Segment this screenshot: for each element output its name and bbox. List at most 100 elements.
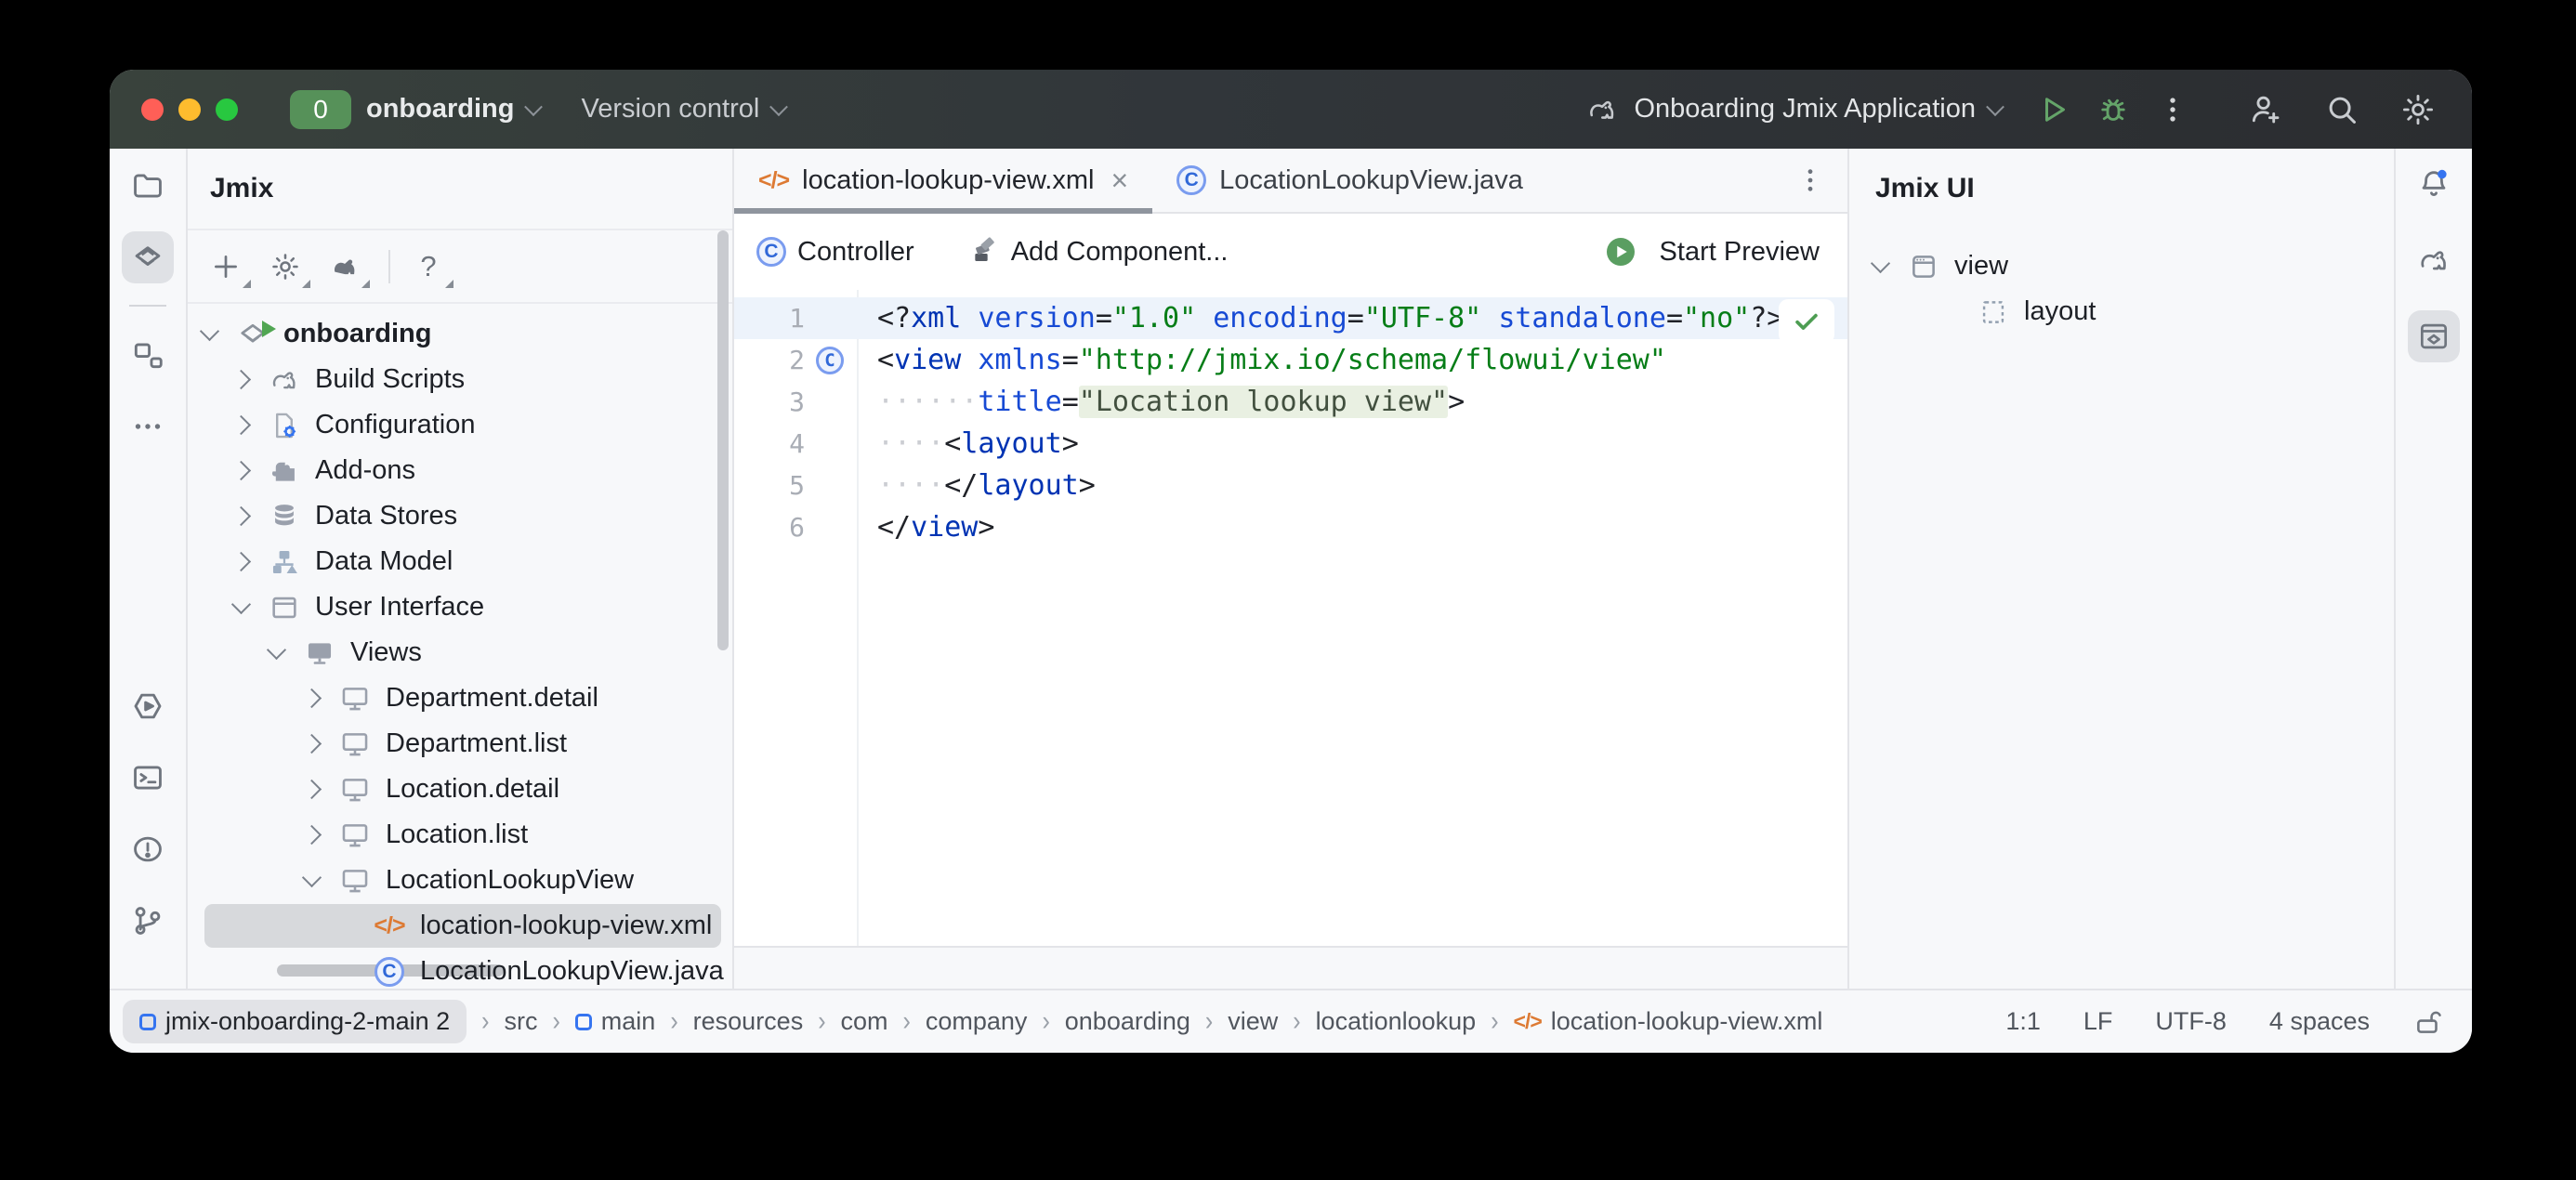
notifications-icon[interactable] [2408,158,2460,210]
chevron-right-icon[interactable] [231,506,251,526]
caret-position-widget[interactable]: 1:1 [2005,1007,2041,1036]
structure-icon[interactable] [122,329,174,381]
line-number: 3 [768,387,805,417]
minimize-window-button[interactable] [178,98,201,121]
breadcrumb[interactable]: onboarding [1065,1007,1190,1036]
debug-icon[interactable] [2093,89,2134,130]
tree-item-data-stores[interactable]: Data Stores [188,493,732,539]
chevron-right-icon[interactable] [231,370,251,389]
add-component-button[interactable]: Add Component... [1011,237,1229,268]
left-tool-strip [110,149,188,989]
xml-file-icon: </> [758,167,789,194]
close-window-button[interactable] [141,98,164,121]
gradle-icon[interactable] [2408,234,2460,286]
code-line: 3 ······title="Location lookup view"> [734,381,1847,423]
chevron-right-icon[interactable] [302,780,322,799]
project-folder-icon[interactable] [122,160,174,212]
help-icon[interactable]: ? [407,245,450,288]
vcs-changes-badge[interactable]: 0 [290,90,351,129]
code-editor[interactable]: 1 <?xml version="1.0" encoding="UTF-8" s… [734,290,1847,946]
terminal-icon[interactable] [122,752,174,804]
controller-link[interactable]: Controller [797,237,914,268]
tree-item-data-model[interactable]: Data Model [188,539,732,584]
chevron-down-icon[interactable] [302,867,322,886]
breadcrumb-module[interactable]: jmix-onboarding-2-main 2 [123,1000,467,1043]
tree-item-configuration[interactable]: Configuration [188,402,732,448]
chevron-down-icon[interactable] [1871,253,1890,272]
breadcrumb-separator: › [1042,1005,1049,1038]
breadcrumb[interactable]: view [1228,1007,1278,1036]
add-icon[interactable] [204,245,247,288]
chevron-down-icon[interactable] [267,639,286,659]
breadcrumb[interactable]: company [926,1007,1028,1036]
more-icon[interactable] [2152,89,2193,130]
problems-icon[interactable] [122,823,174,875]
tree-item-location-lookup-view-xml[interactable]: </> location-lookup-view.xml [188,903,732,949]
jmix-icon[interactable] [122,231,174,283]
inspections-ok-icon[interactable] [1779,299,1834,344]
breadcrumb[interactable]: locationlookup [1316,1007,1477,1036]
breadcrumb[interactable]: src [504,1007,537,1036]
database-icon [267,499,302,534]
tab-location-lookup-view-xml[interactable]: </> location-lookup-view.xml × [734,149,1152,212]
search-icon[interactable] [2321,89,2362,130]
tree-item-onboarding[interactable]: onboarding [188,311,732,357]
tree-item-add-ons[interactable]: Add-ons [188,448,732,493]
more-icon[interactable] [122,400,174,452]
indent-widget[interactable]: 4 spaces [2269,1007,2370,1036]
unlock-icon[interactable] [2412,1006,2444,1038]
breadcrumb[interactable]: main [575,1007,656,1036]
tree-item-location-detail[interactable]: Location.detail [188,767,732,812]
gradle-icon[interactable] [323,245,366,288]
chevron-right-icon[interactable] [231,552,251,571]
chevron-right-icon[interactable] [302,688,322,708]
tab-options-icon[interactable] [1795,165,1825,195]
run-tool-icon[interactable] [122,680,174,732]
chevron-down-icon[interactable] [231,594,251,613]
encoding-widget[interactable]: UTF-8 [2155,1007,2227,1036]
vcs-widget[interactable]: Version control [581,94,785,125]
project-panel-title: Jmix [188,149,732,230]
chevron-right-icon[interactable] [231,461,251,480]
run-configuration-widget[interactable]: Onboarding Jmix Application [1582,89,2002,130]
tree-item-user-interface[interactable]: User Interface [188,584,732,630]
breadcrumb[interactable]: resources [693,1007,804,1036]
divider [129,305,166,307]
code-text: ····</layout> [857,469,1096,502]
chevron-right-icon[interactable] [231,415,251,435]
tree-item-label: Location.list [386,819,528,850]
tree-item-layout[interactable]: layout [1849,289,2394,334]
start-preview-button[interactable]: Start Preview [1660,237,1820,268]
tree-item-locationlookupview[interactable]: LocationLookupView [188,858,732,903]
zoom-window-button[interactable] [216,98,238,121]
gradle-icon [267,362,302,398]
jmix-ui-panel-title: Jmix UI [1849,149,2394,229]
tree-item-location-list[interactable]: Location.list [188,812,732,858]
code-text: <view xmlns="http://jmix.io/schema/flowu… [857,344,1666,376]
settings-icon[interactable] [264,245,307,288]
tree-item-build-scripts[interactable]: Build Scripts [188,357,732,402]
tree-item-locationlookupview-java[interactable]: C LocationLookupView.java [188,949,732,989]
start-preview-icon [1604,235,1637,269]
vertical-scrollbar[interactable] [717,230,729,650]
project-widget[interactable]: 0 onboarding [290,90,540,129]
add-user-icon[interactable] [2245,89,2286,130]
xml-file-icon: </> [372,909,407,944]
tree-item-view[interactable]: view [1849,243,2394,289]
tree-item-department-list[interactable]: Department.list [188,721,732,767]
chevron-right-icon[interactable] [302,734,322,754]
version-control-icon[interactable] [122,895,174,947]
tab-locationlookupview-java[interactable]: C LocationLookupView.java [1152,149,1547,212]
chevron-down-icon[interactable] [200,321,219,340]
tree-item-views[interactable]: Views [188,630,732,675]
breadcrumb[interactable]: com [841,1007,888,1036]
run-icon[interactable] [2033,89,2074,130]
settings-icon[interactable] [2398,89,2438,130]
close-icon[interactable]: × [1111,165,1128,195]
jmix-ui-icon[interactable] [2408,310,2460,362]
tree-item-department-detail[interactable]: Department.detail [188,675,732,721]
chevron-right-icon[interactable] [302,825,322,845]
java-class-icon[interactable]: C [816,347,844,374]
breadcrumb-file[interactable]: </> location-lookup-view.xml [1514,1007,1823,1036]
line-separator-widget[interactable]: LF [2083,1007,2113,1036]
